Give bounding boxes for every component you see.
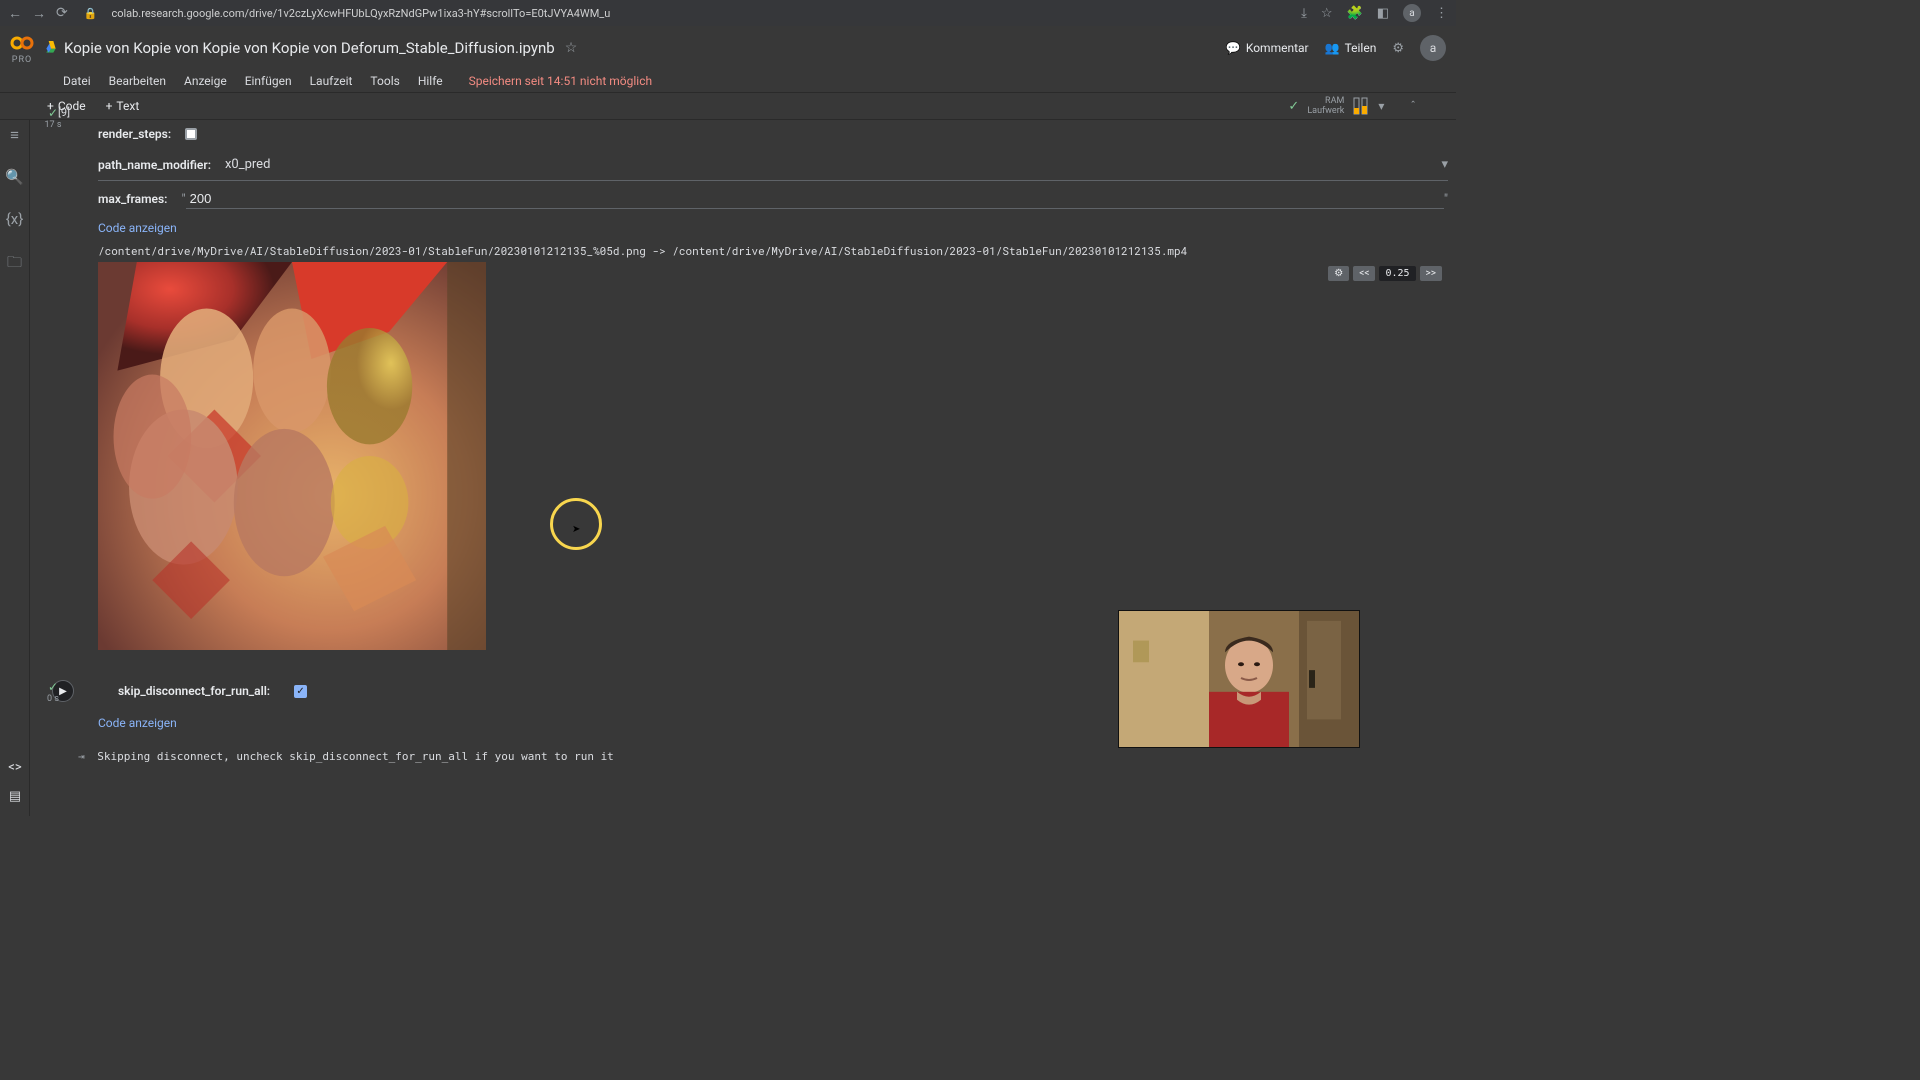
comment-icon: 💬 (1226, 41, 1241, 55)
lock-icon: 🔒 (84, 7, 98, 20)
menu-view[interactable]: Anzeige (175, 74, 236, 88)
console-output: Skipping disconnect, uncheck skip_discon… (97, 750, 614, 763)
menu-insert[interactable]: Einfügen (236, 74, 301, 88)
colab-logo-icon[interactable] (10, 31, 34, 55)
variables-icon[interactable]: {x} (6, 210, 24, 228)
cell-execution-count: [9] (58, 106, 1448, 119)
terminal-icon[interactable]: ▤ (9, 789, 21, 804)
max-frames-input[interactable] (186, 189, 1444, 209)
save-warning: Speichern seit 14:51 nicht möglich (460, 74, 661, 88)
output-toggle-icon[interactable]: ⇥ (78, 750, 85, 763)
render-steps-checkbox[interactable] (185, 128, 197, 140)
webcam-overlay (1118, 610, 1360, 748)
snippets-icon[interactable]: <> (8, 760, 21, 775)
extensions-icon[interactable]: 🧩 (1347, 6, 1363, 21)
comment-button[interactable]: 💬 Kommentar (1226, 41, 1309, 55)
code-cell: ✓ 17 s [9] render_steps: path_name_modif… (38, 106, 1448, 650)
path-name-modifier-label: path_name_modifier: (98, 158, 211, 172)
render-steps-label: render_steps: (98, 127, 171, 141)
cell-exec-time: 17 s (38, 120, 68, 130)
speed-prev-button[interactable]: << (1353, 266, 1375, 281)
share-icon: 👥 (1325, 41, 1340, 55)
search-icon[interactable]: 🔍 (5, 168, 24, 186)
path-name-modifier-value[interactable]: x0_pred (225, 157, 270, 172)
url-bar[interactable]: colab.research.google.com/drive/1v2czLyX… (107, 7, 1291, 20)
back-icon[interactable]: ← (8, 5, 22, 22)
menu-edit[interactable]: Bearbeiten (100, 74, 175, 88)
generated-image-output (98, 262, 486, 650)
menu-runtime[interactable]: Laufzeit (301, 74, 362, 88)
notebook-title[interactable]: Kopie von Kopie von Kopie von Kopie von … (64, 39, 555, 57)
dropdown-chevron-icon[interactable]: ▾ (1441, 157, 1448, 172)
install-icon[interactable]: ⤓ (1301, 6, 1307, 21)
share-button[interactable]: 👥 Teilen (1325, 41, 1377, 55)
drive-icon (44, 41, 58, 55)
more-icon[interactable]: ⋮ (1435, 6, 1448, 21)
sidepanel-icon[interactable]: ◧ (1377, 6, 1389, 21)
browser-chrome: ← → ⟳ 🔒 colab.research.google.com/drive/… (0, 0, 1456, 26)
output-settings-icon[interactable]: ⚙ (1328, 266, 1349, 281)
share-label: Teilen (1345, 41, 1377, 55)
cell-exec-time: 0 s (38, 694, 68, 704)
skip-disconnect-label: skip_disconnect_for_run_all: (118, 684, 270, 698)
colab-header: PRO Kopie von Kopie von Kopie von Kopie … (0, 26, 1456, 70)
star-notebook-icon[interactable]: ☆ (565, 40, 578, 56)
browser-avatar[interactable]: a (1403, 4, 1421, 22)
menu-file[interactable]: Datei (54, 74, 100, 88)
reload-icon[interactable]: ⟳ (56, 5, 68, 21)
files-icon[interactable]: 🗀 (7, 252, 22, 277)
speed-next-button[interactable]: >> (1420, 266, 1442, 281)
cell-done-check-icon: ✓ (38, 680, 68, 694)
skip-disconnect-checkbox[interactable]: ✓ (294, 685, 307, 698)
toc-icon[interactable]: ≡ (10, 126, 19, 144)
cell-done-check-icon: ✓ (38, 106, 68, 120)
menu-tools[interactable]: Tools (361, 74, 408, 88)
comment-label: Kommentar (1246, 41, 1309, 55)
settings-gear-icon[interactable]: ⚙ (1392, 41, 1404, 56)
show-code-link[interactable]: Code anzeigen (98, 221, 1448, 235)
user-avatar[interactable]: a (1420, 35, 1446, 61)
forward-icon[interactable]: → (32, 5, 46, 22)
max-frames-label: max_frames: (98, 192, 167, 206)
cell-output-path: /content/drive/MyDrive/AI/StableDiffusio… (98, 235, 1448, 262)
pro-badge: PRO (12, 55, 32, 65)
left-sidebar: ≡ 🔍 {x} 🗀 (0, 120, 30, 816)
star-icon[interactable]: ☆ (1321, 6, 1333, 21)
menu-help[interactable]: Hilfe (409, 74, 452, 88)
speed-value: 0.25 (1379, 266, 1415, 281)
menu-bar: Datei Bearbeiten Anzeige Einfügen Laufze… (0, 70, 1456, 92)
